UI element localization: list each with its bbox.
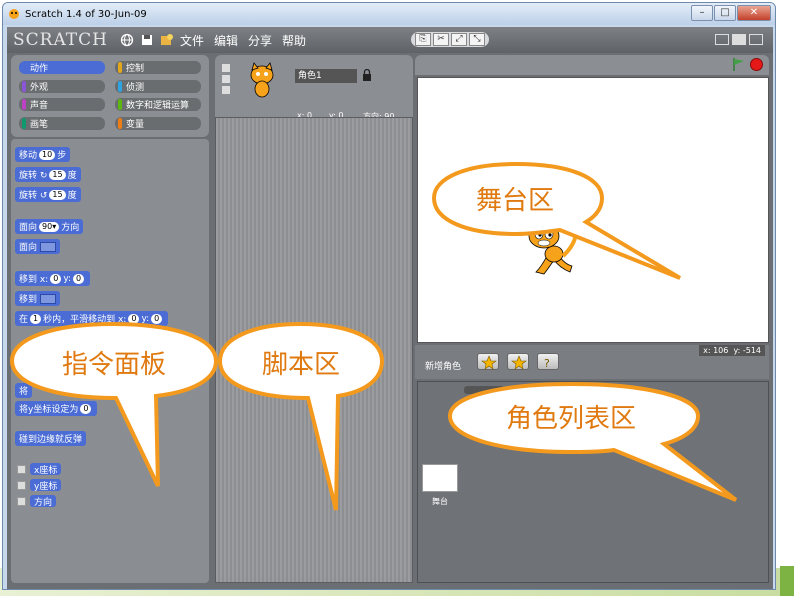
stage-view-buttons <box>712 34 763 45</box>
title-bar: Scratch 1.4 of 30-Jun-09 – □ ✕ <box>3 3 775 25</box>
callout-stage: 舞台区 <box>430 160 690 285</box>
category-sensing[interactable]: 侦测 <box>115 79 201 93</box>
callout-blocks-palette: 指令面板 <box>6 318 221 493</box>
duplicate-tool-icon[interactable]: ⎘ <box>415 33 431 46</box>
close-button[interactable]: ✕ <box>737 5 771 21</box>
menu-help[interactable]: 帮助 <box>282 32 306 49</box>
point-direction-block[interactable]: 面向 90▾ 方向 <box>15 219 84 234</box>
category-variables[interactable]: 变量 <box>115 116 201 130</box>
checkbox[interactable] <box>17 496 26 506</box>
category-control[interactable]: 控制 <box>115 61 201 74</box>
normal-stage-icon[interactable] <box>732 34 746 45</box>
stage-header <box>415 55 769 75</box>
mouse-coordinates: x: 106 y: -514 <box>699 345 765 356</box>
new-sprite-label: 新增角色 <box>425 362 462 372</box>
delete-tool-icon[interactable]: ✂ <box>433 33 449 46</box>
svg-text:?: ? <box>544 357 550 370</box>
stop-icon[interactable] <box>750 58 763 71</box>
choose-sprite-file-button[interactable] <box>507 353 529 370</box>
category-looks[interactable]: 外观 <box>19 79 105 93</box>
menu-share[interactable]: 分享 <box>248 32 272 49</box>
rotation-style-icons[interactable] <box>221 63 231 95</box>
goto-xy-block[interactable]: 移到 x: 0 y: 0 <box>15 271 91 286</box>
menu-bar: SCRATCH 文件 编辑 分享 帮助 ⎘ ✂ ⤢ ⤡ <box>7 27 773 53</box>
goto-block[interactable]: 移到 <box>15 291 61 306</box>
callout-scripts-area: 脚本区 <box>216 318 388 518</box>
category-selector: 动作 控制 外观 侦测 声音 数字和逻辑运算 画笔 变量 <box>11 55 209 137</box>
sprite-name-input[interactable]: 角色1 <box>295 69 357 83</box>
cursor-tools: ⎘ ✂ ⤢ ⤡ <box>411 32 489 47</box>
slide-corner-accent <box>780 566 794 596</box>
reporter-direction: 方向 <box>17 495 57 508</box>
question-star-icon: ? <box>544 357 550 370</box>
point-towards-block[interactable]: 面向 <box>15 239 61 254</box>
save-icon[interactable] <box>140 33 154 47</box>
shrink-tool-icon[interactable]: ⤡ <box>469 33 485 46</box>
paint-new-sprite-button[interactable] <box>477 353 499 370</box>
category-motion[interactable]: 动作 <box>19 61 105 74</box>
window-title: Scratch 1.4 of 30-Jun-09 <box>25 8 147 20</box>
presentation-mode-icon[interactable] <box>749 34 763 45</box>
green-flag-icon[interactable] <box>733 58 745 71</box>
star-folder-icon <box>511 355 527 370</box>
move-steps-block[interactable]: 移动 10 步 <box>15 147 71 162</box>
small-stage-icon[interactable] <box>715 34 729 45</box>
new-sprite-bar: 新增角色 ? x: 106 y: -514 <box>415 345 769 379</box>
sprite-thumbnail-icon <box>250 62 274 98</box>
turn-right-block[interactable]: 旋转 ↻ 15 度 <box>15 167 81 182</box>
category-sound[interactable]: 声音 <box>19 98 105 111</box>
minimize-button[interactable]: – <box>691 5 713 21</box>
callout-blocks-text: 指令面板 <box>61 350 166 380</box>
callout-scripts-text: 脚本区 <box>261 350 340 380</box>
grow-tool-icon[interactable]: ⤢ <box>451 33 467 46</box>
globe-icon[interactable] <box>120 33 134 47</box>
callout-sprite-list-text: 角色列表区 <box>505 404 636 434</box>
lock-icon[interactable] <box>363 69 371 81</box>
menu-file[interactable]: 文件 <box>180 32 204 49</box>
star-brush-icon <box>481 355 497 370</box>
scratch-cat-icon <box>9 9 19 19</box>
share-icon[interactable] <box>160 33 174 47</box>
callout-stage-text: 舞台区 <box>475 186 554 216</box>
category-pen[interactable]: 画笔 <box>19 116 105 130</box>
category-operators[interactable]: 数字和逻辑运算 <box>115 98 201 111</box>
callout-sprite-list: 角色列表区 <box>446 380 746 505</box>
menu-edit[interactable]: 编辑 <box>214 32 238 49</box>
scratch-logo: SCRATCH <box>13 30 108 50</box>
dropdown-icon[interactable] <box>40 241 57 252</box>
turn-left-block[interactable]: 旋转 ↺ 15 度 <box>15 187 81 202</box>
speech-bubble-shape <box>431 161 682 280</box>
random-sprite-button[interactable]: ? <box>537 353 559 370</box>
window-controls: – □ ✕ <box>690 5 771 21</box>
dropdown-icon[interactable] <box>40 293 57 304</box>
maximize-button[interactable]: □ <box>714 5 736 21</box>
